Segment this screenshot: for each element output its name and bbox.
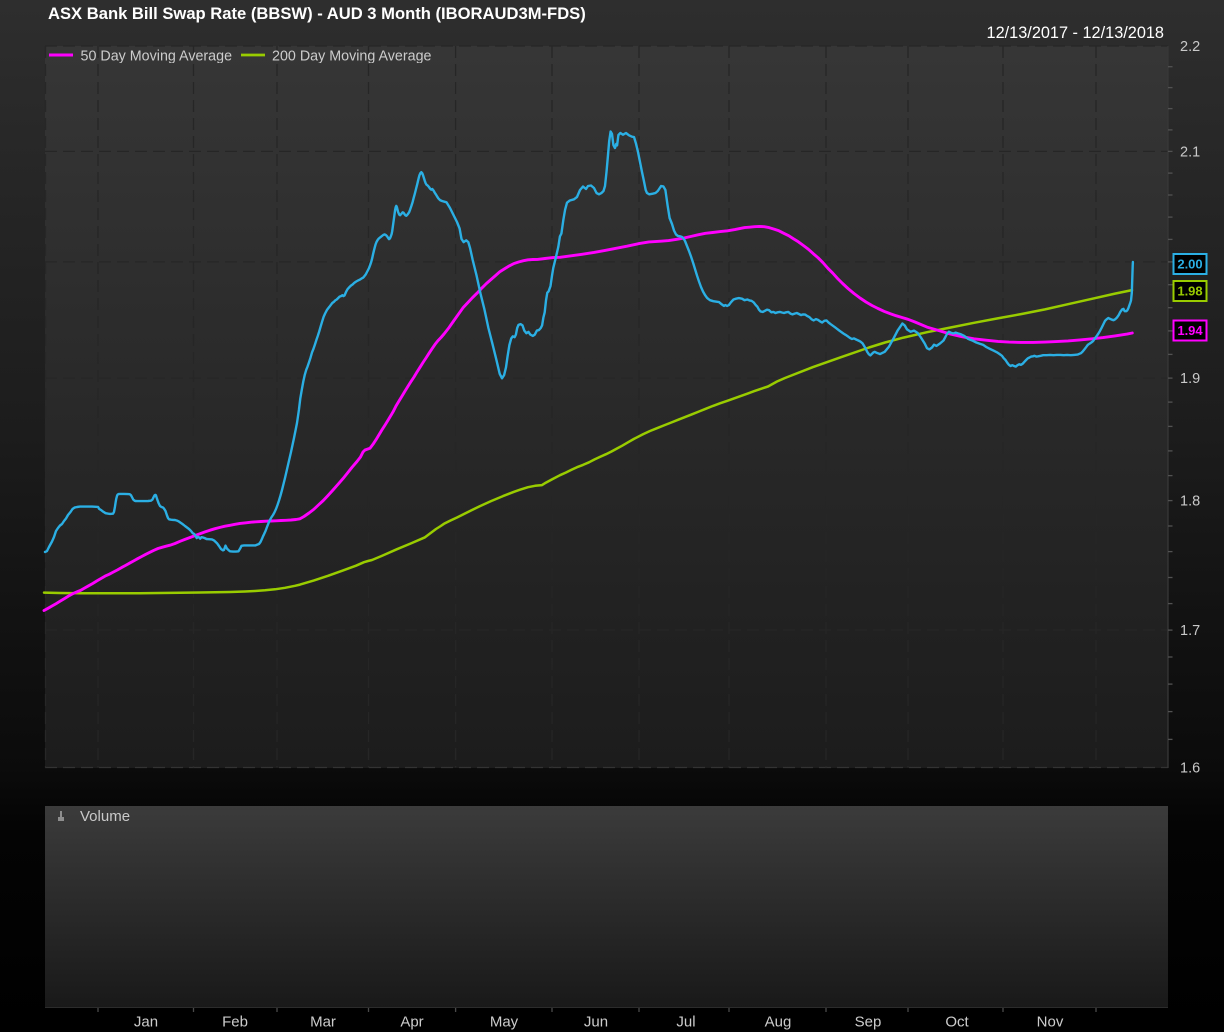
svg-text:200 Day Moving Average: 200 Day Moving Average xyxy=(272,49,432,64)
svg-text:1.6: 1.6 xyxy=(1180,761,1200,777)
svg-text:Aug: Aug xyxy=(765,1014,792,1031)
svg-text:Nov: Nov xyxy=(1037,1014,1064,1031)
svg-text:50 Day Moving Average: 50 Day Moving Average xyxy=(81,49,233,64)
svg-text:May: May xyxy=(490,1014,519,1031)
svg-text:1.7: 1.7 xyxy=(1180,623,1200,639)
svg-text:Jun: Jun xyxy=(584,1014,608,1031)
svg-text:1.94: 1.94 xyxy=(1177,323,1203,338)
svg-text:Sep: Sep xyxy=(855,1014,882,1031)
svg-text:Jul: Jul xyxy=(676,1014,695,1031)
svg-text:Feb: Feb xyxy=(222,1014,248,1031)
svg-text:Mar: Mar xyxy=(310,1014,336,1031)
svg-text:2.00: 2.00 xyxy=(1177,257,1202,272)
svg-text:1.8: 1.8 xyxy=(1180,494,1200,510)
svg-text:Jan: Jan xyxy=(134,1014,158,1031)
svg-text:1.98: 1.98 xyxy=(1177,284,1202,299)
svg-text:2.1: 2.1 xyxy=(1180,144,1200,160)
svg-text:2.2: 2.2 xyxy=(1180,39,1200,55)
svg-text:Apr: Apr xyxy=(400,1014,423,1031)
svg-text:1.9: 1.9 xyxy=(1180,371,1200,387)
svg-text:Oct: Oct xyxy=(945,1014,969,1031)
